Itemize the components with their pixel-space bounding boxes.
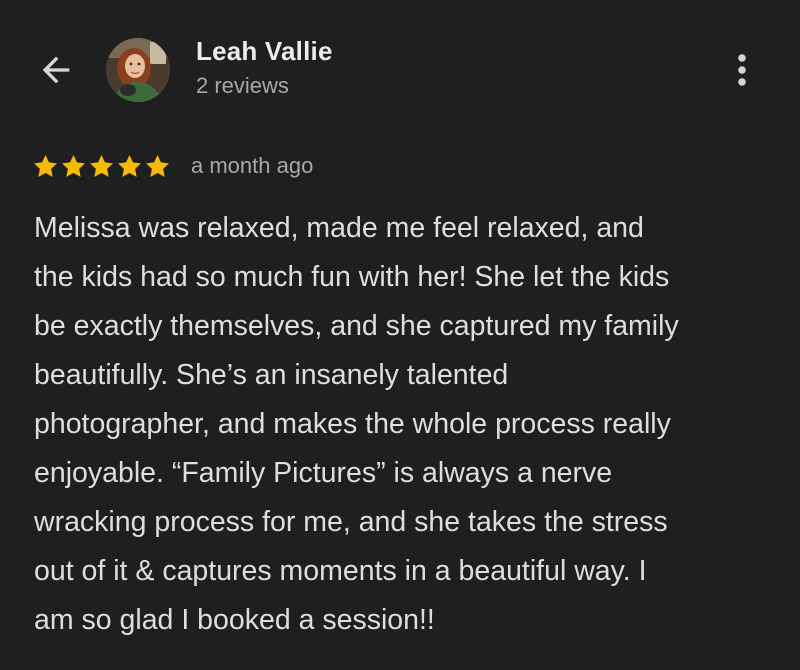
more-vert-icon [738,54,746,86]
review-text: Melissa was relaxed, made me feel relaxe… [34,212,679,636]
star-icon [90,154,113,177]
review-count: 2 reviews [196,73,289,98]
more-options-button[interactable] [722,44,762,96]
back-button[interactable] [30,46,82,94]
avatar-image [106,38,170,102]
star-icon [118,154,141,177]
avatar[interactable] [106,38,170,102]
star-icon [34,154,57,177]
review-header: Leah Vallie 2 reviews [0,0,800,140]
reviewer-name[interactable]: Leah Vallie [196,36,333,67]
arrow-back-icon [42,56,70,84]
star-icon [146,154,169,177]
star-rating [32,153,171,180]
review-date: a month ago [191,153,314,178]
rating-row: a month ago [32,148,313,184]
star-icon [62,154,85,177]
